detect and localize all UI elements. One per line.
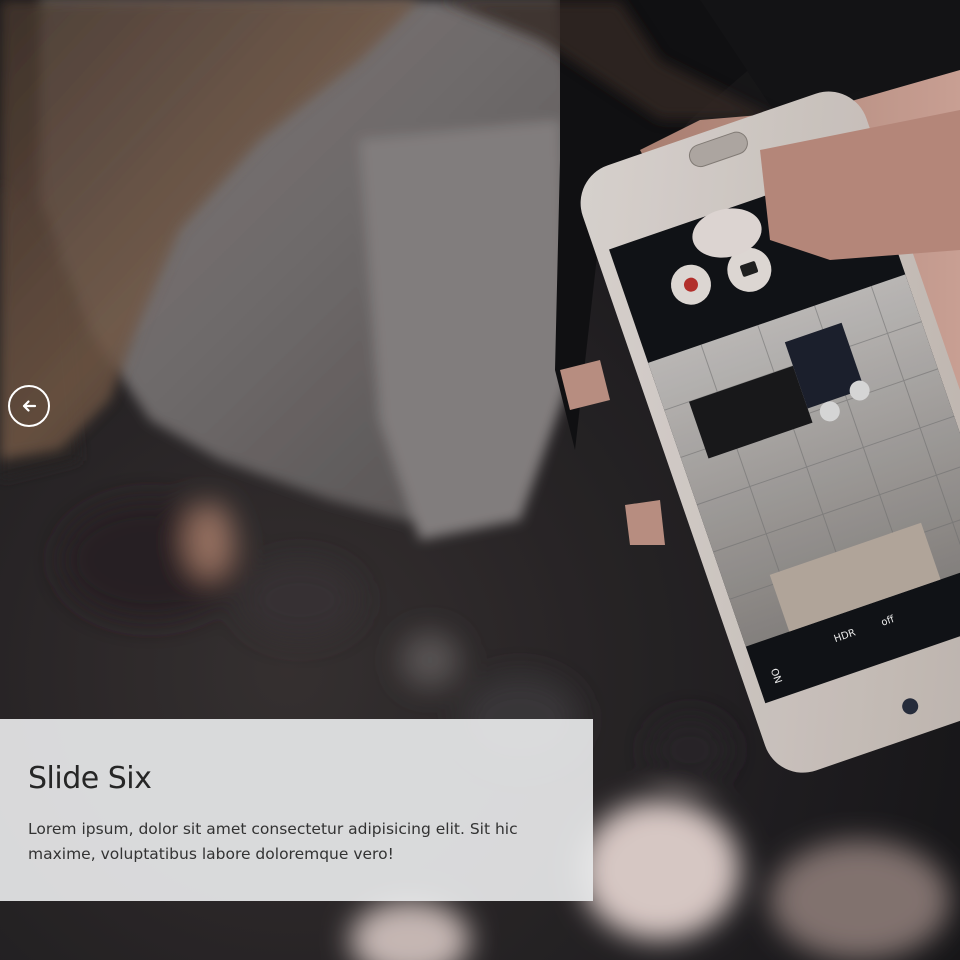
previous-slide-button[interactable] [8,385,50,427]
slide-description: Lorem ipsum, dolor sit amet consectetur … [28,820,518,863]
slide-title: Slide Six [28,761,152,796]
slide-caption: Slide Six Lorem ipsum, dolor sit amet co… [0,719,593,901]
image-slider: ON HDR off Slide Six Lorem ipsum, dolor … [0,0,960,960]
arrow-left-icon [21,398,37,414]
